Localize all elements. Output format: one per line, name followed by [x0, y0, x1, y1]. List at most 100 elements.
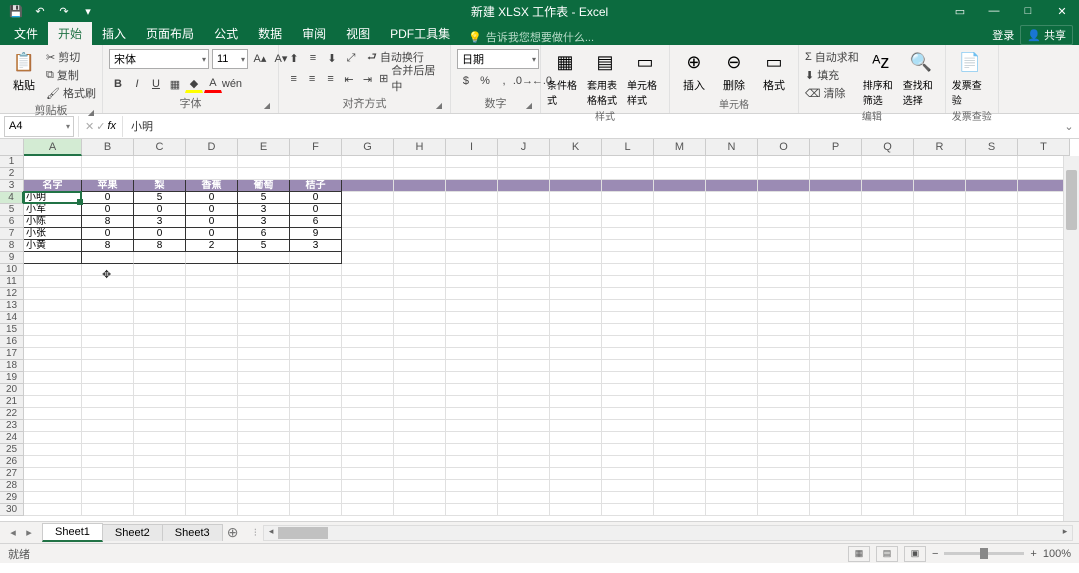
cell[interactable]	[24, 168, 82, 180]
cell[interactable]	[810, 156, 862, 168]
cell[interactable]	[966, 420, 1018, 432]
cell[interactable]	[24, 504, 82, 516]
cell[interactable]	[342, 420, 394, 432]
cell[interactable]	[966, 396, 1018, 408]
cell[interactable]	[810, 348, 862, 360]
cell[interactable]	[82, 156, 134, 168]
cell[interactable]	[966, 492, 1018, 504]
cell[interactable]	[446, 480, 498, 492]
cell[interactable]	[186, 504, 238, 516]
cell[interactable]	[342, 444, 394, 456]
cell[interactable]	[602, 348, 654, 360]
cell[interactable]: 小张	[24, 228, 82, 240]
cell[interactable]	[238, 324, 290, 336]
cell[interactable]	[394, 384, 446, 396]
cell[interactable]	[394, 456, 446, 468]
delete-cells-button[interactable]: ⊖删除	[716, 49, 752, 93]
cell[interactable]	[290, 156, 342, 168]
cell[interactable]	[186, 312, 238, 324]
cell[interactable]	[706, 156, 758, 168]
tab-layout[interactable]: 页面布局	[136, 22, 204, 45]
cell[interactable]	[24, 264, 82, 276]
cell[interactable]	[810, 420, 862, 432]
cell[interactable]	[550, 492, 602, 504]
cell[interactable]	[134, 276, 186, 288]
cell[interactable]	[394, 252, 446, 264]
cell[interactable]	[342, 168, 394, 180]
row-header-4[interactable]: 4	[0, 192, 24, 204]
find-select-button[interactable]: 🔍查找和选择	[903, 49, 939, 107]
row-header-19[interactable]: 19	[0, 372, 24, 384]
cell[interactable]	[550, 192, 602, 204]
cell[interactable]	[966, 360, 1018, 372]
cell[interactable]	[238, 360, 290, 372]
name-box[interactable]: A4▾	[4, 116, 74, 137]
tab-formulas[interactable]: 公式	[204, 22, 248, 45]
autosum-button[interactable]: Σ自动求和	[805, 49, 859, 65]
cell[interactable]	[706, 468, 758, 480]
cell[interactable]	[498, 420, 550, 432]
cell[interactable]	[602, 468, 654, 480]
col-header-P[interactable]: P	[810, 139, 862, 156]
cell[interactable]	[394, 288, 446, 300]
cell[interactable]	[810, 168, 862, 180]
row-header-15[interactable]: 15	[0, 324, 24, 336]
cell[interactable]	[862, 336, 914, 348]
cell[interactable]	[654, 384, 706, 396]
cell[interactable]	[134, 360, 186, 372]
sheet-nav-next-icon[interactable]: ▸	[22, 526, 36, 539]
minimize-icon[interactable]: —	[977, 0, 1011, 22]
cell[interactable]	[810, 228, 862, 240]
cell[interactable]: 3	[290, 240, 342, 252]
cell[interactable]	[966, 156, 1018, 168]
cell[interactable]	[24, 252, 82, 264]
cell[interactable]	[810, 480, 862, 492]
cell[interactable]	[862, 312, 914, 324]
cell[interactable]	[966, 204, 1018, 216]
col-header-H[interactable]: H	[394, 139, 446, 156]
tell-me-search[interactable]: 💡告诉我您想要做什么...	[468, 29, 594, 45]
col-header-R[interactable]: R	[914, 139, 966, 156]
cell[interactable]	[758, 288, 810, 300]
cell[interactable]	[238, 348, 290, 360]
cell[interactable]: 6	[290, 216, 342, 228]
cell[interactable]	[342, 216, 394, 228]
zoom-level[interactable]: 100%	[1043, 548, 1071, 560]
cell[interactable]	[758, 324, 810, 336]
cell[interactable]	[446, 420, 498, 432]
cell[interactable]	[238, 456, 290, 468]
cell[interactable]	[602, 492, 654, 504]
cell[interactable]	[186, 324, 238, 336]
fill-button[interactable]: ⬇填充	[805, 67, 859, 83]
cell[interactable]	[290, 264, 342, 276]
cell[interactable]	[446, 228, 498, 240]
row-header-3[interactable]: 3	[0, 180, 24, 192]
cell[interactable]	[758, 348, 810, 360]
col-header-K[interactable]: K	[550, 139, 602, 156]
cell[interactable]	[82, 168, 134, 180]
cell[interactable]	[498, 240, 550, 252]
cell[interactable]	[82, 288, 134, 300]
cell[interactable]	[914, 324, 966, 336]
cell[interactable]	[238, 252, 290, 264]
cell[interactable]	[82, 360, 134, 372]
font-color-button[interactable]: A	[204, 75, 222, 93]
cell[interactable]	[862, 348, 914, 360]
cell[interactable]: 0	[82, 228, 134, 240]
cell[interactable]	[862, 492, 914, 504]
cell[interactable]	[758, 300, 810, 312]
cell[interactable]: 2	[186, 240, 238, 252]
align-center-icon[interactable]: ≡	[303, 70, 320, 88]
cell[interactable]	[810, 408, 862, 420]
cell[interactable]	[498, 468, 550, 480]
cell[interactable]	[186, 288, 238, 300]
cell[interactable]	[134, 288, 186, 300]
cell[interactable]	[186, 264, 238, 276]
cell[interactable]	[342, 324, 394, 336]
cell[interactable]	[862, 180, 914, 192]
scroll-thumb[interactable]	[278, 527, 328, 539]
cell[interactable]	[654, 180, 706, 192]
tab-view[interactable]: 视图	[336, 22, 380, 45]
cell[interactable]	[602, 300, 654, 312]
cell[interactable]	[914, 444, 966, 456]
